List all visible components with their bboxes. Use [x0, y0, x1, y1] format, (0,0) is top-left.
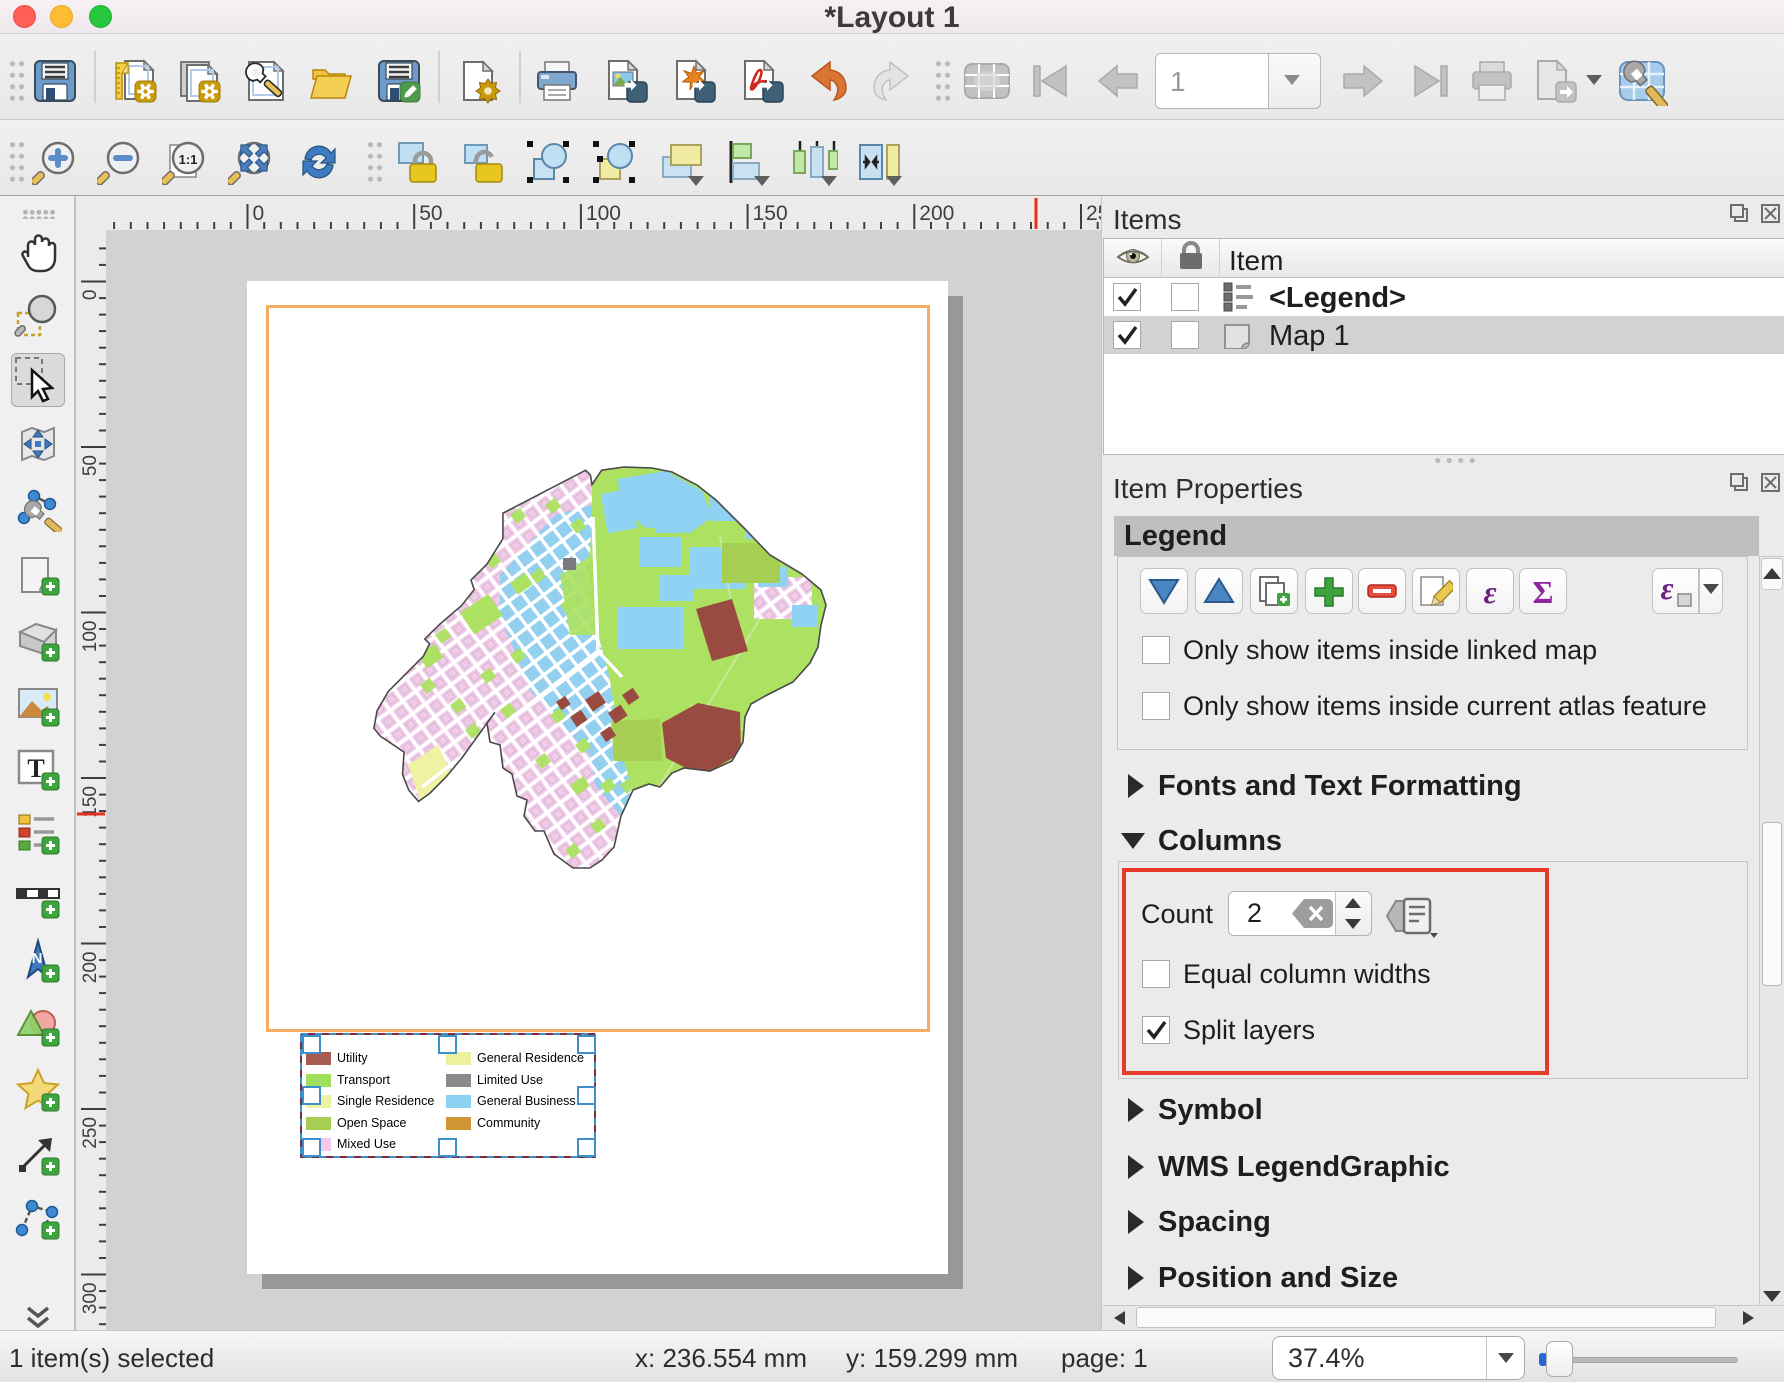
- svg-text:250: 250: [1086, 202, 1101, 225]
- svg-text:150: 150: [753, 202, 788, 225]
- svg-text:1:1: 1:1: [179, 152, 198, 167]
- svg-text:300: 300: [80, 1283, 101, 1315]
- svg-text:0: 0: [80, 290, 101, 301]
- svg-text:100: 100: [80, 621, 101, 653]
- svg-text:0: 0: [253, 202, 265, 225]
- svg-text:50: 50: [419, 202, 442, 225]
- svg-text:ε: ε: [1483, 575, 1496, 607]
- svg-text:200: 200: [919, 202, 954, 225]
- svg-text:250: 250: [80, 1117, 101, 1149]
- svg-text:200: 200: [80, 952, 101, 984]
- svg-text:100: 100: [586, 202, 621, 225]
- svg-text:ε: ε: [1660, 574, 1673, 606]
- svg-text:N: N: [32, 950, 43, 967]
- svg-text:50: 50: [80, 455, 101, 476]
- svg-text:Σ: Σ: [1533, 575, 1554, 607]
